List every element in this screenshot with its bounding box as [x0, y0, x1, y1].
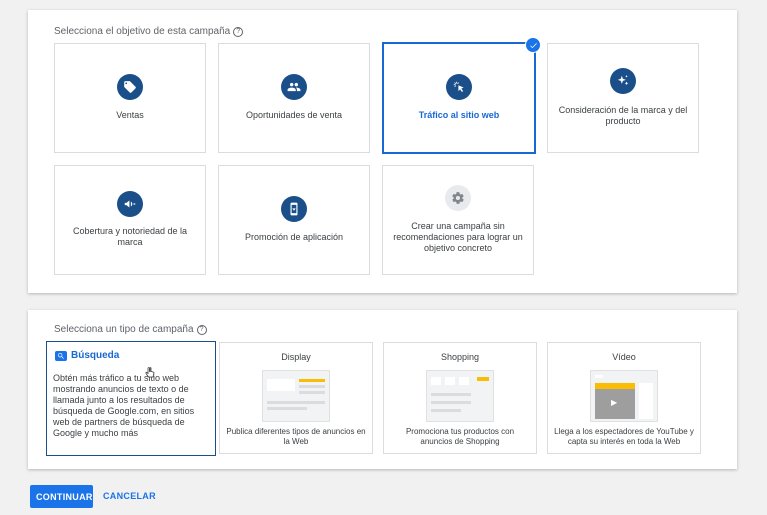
campaign-type-card-title: Vídeo	[612, 352, 636, 362]
objective-card-brand-consideration[interactable]: Consideración de la marca y del producto	[547, 43, 699, 153]
search-icon	[55, 350, 67, 361]
gear-icon	[445, 185, 471, 211]
campaign-type-card-display[interactable]: Display Publica diferentes tipos de anun…	[219, 342, 373, 454]
tag-icon	[117, 74, 143, 100]
megaphone-icon	[117, 191, 143, 217]
campaign-type-card-description: Publica diferentes tipos de anuncios en …	[226, 427, 366, 446]
campaign-type-card-search[interactable]: Búsqueda Obtén más tráfico a tu sitio we…	[46, 341, 216, 456]
objective-card-no-goal[interactable]: Crear una campaña sin recomendaciones pa…	[382, 165, 534, 275]
help-icon[interactable]: ?	[196, 324, 207, 335]
sparkle-icon	[610, 68, 636, 94]
objective-card-brand-awareness[interactable]: Cobertura y notoriedad de la marca	[54, 165, 206, 275]
people-icon	[281, 74, 307, 100]
objective-card-label: Promoción de aplicación	[244, 232, 344, 242]
objective-section-title: Selecciona el objetivo de esta campaña ?	[54, 26, 244, 37]
play-icon: ▶	[611, 398, 618, 407]
campaign-type-panel: Selecciona un tipo de campaña ? Búsqueda…	[28, 310, 737, 469]
objective-card-label: Tráfico al sitio web	[418, 110, 500, 120]
cursor-hand-icon	[145, 366, 155, 384]
display-ad-illustration	[262, 370, 330, 422]
cursor-click-icon	[446, 74, 472, 100]
campaign-type-card-title: Shopping	[440, 352, 480, 362]
search-card-description: Obtén más tráfico a tu sitio web mostran…	[53, 373, 195, 438]
help-icon[interactable]: ?	[233, 26, 244, 37]
objective-card-website-traffic[interactable]: Tráfico al sitio web	[382, 37, 541, 154]
phone-app-icon	[281, 196, 307, 222]
objective-card-leads[interactable]: Oportunidades de venta	[218, 43, 370, 153]
objective-card-label: Oportunidades de venta	[245, 110, 343, 120]
continue-button[interactable]: CONTINUAR	[30, 485, 93, 508]
search-card-title: Búsqueda	[55, 350, 119, 361]
video-ad-illustration: ▶	[590, 370, 658, 422]
campaign-type-section-title: Selecciona un tipo de campaña ?	[54, 324, 207, 335]
cancel-button[interactable]: CANCELAR	[103, 491, 156, 501]
shopping-ad-illustration	[426, 370, 494, 422]
objective-card-sales[interactable]: Ventas	[54, 43, 206, 153]
objective-panel: Selecciona el objetivo de esta campaña ?…	[28, 10, 737, 293]
objective-card-label: Consideración de la marca y del producto	[558, 105, 688, 126]
campaign-type-card-shopping[interactable]: Shopping Promociona tus productos con an…	[383, 342, 537, 454]
campaign-type-card-video[interactable]: Vídeo ▶ Llega a los espectadores de YouT…	[547, 342, 701, 454]
check-icon	[525, 37, 541, 53]
campaign-type-card-description: Llega a los espectadores de YouTube y ca…	[554, 427, 694, 446]
objective-card-label: Cobertura y notoriedad de la marca	[72, 226, 188, 247]
objective-card-app-promotion[interactable]: Promoción de aplicación	[218, 165, 370, 275]
campaign-type-card-description: Promociona tus productos con anuncios de…	[405, 427, 515, 446]
campaign-type-card-title: Display	[281, 352, 311, 362]
objective-card-label: Ventas	[116, 110, 144, 120]
objective-card-label: Crear una campaña sin recomendaciones pa…	[393, 221, 523, 253]
